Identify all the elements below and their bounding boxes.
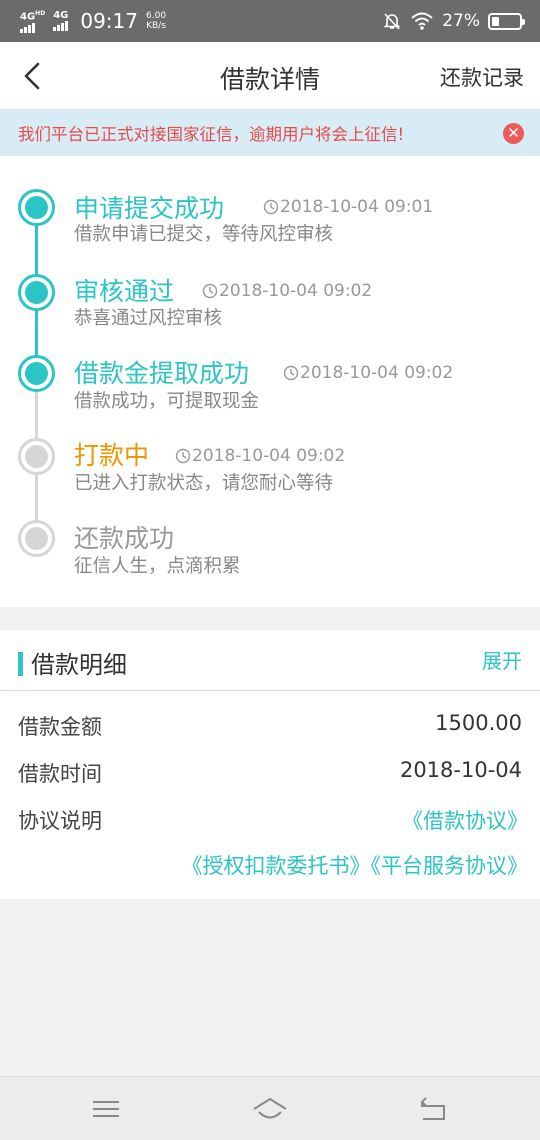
- signal-2-icon: 4G: [53, 11, 68, 31]
- timeline-node-pending: [18, 520, 55, 557]
- step-title: 打款中: [74, 441, 150, 470]
- timeline-node-done: [18, 274, 55, 311]
- amount-label: 借款金额: [18, 715, 102, 739]
- step-timestamp: 2018-10-04 09:02: [283, 363, 453, 383]
- signal-1-icon: 4GHD: [20, 9, 45, 33]
- back-arrow-icon[interactable]: [14, 56, 54, 96]
- notice-banner: 我们平台已正式对接国家征信，逾期用户将会上征信! ✕: [0, 110, 540, 156]
- loan-progress-timeline: 申请提交成功 2018-10-04 09:01 借款申请已提交，等待风控审核 审…: [0, 156, 540, 607]
- section-marker: [18, 652, 23, 676]
- repayment-records-link[interactable]: 还款记录: [440, 62, 524, 92]
- date-value: 2018-10-04: [399, 758, 522, 782]
- section-title: 借款明细: [31, 651, 127, 679]
- clock-time: 09:17: [80, 9, 138, 33]
- date-label: 借款时间: [18, 762, 102, 786]
- status-bar: 4GHD 4G 09:17 6.00 KB/s 27%: [0, 0, 540, 42]
- step-description: 恭喜通过风控审核: [74, 308, 223, 329]
- amount-value: 1500.00: [435, 711, 522, 735]
- step-timestamp: 2018-10-04 09:01: [263, 197, 433, 217]
- battery-icon: [488, 12, 525, 30]
- battery-percent: 27%: [442, 11, 480, 31]
- divider: [0, 690, 540, 691]
- mute-bell-icon: [383, 13, 401, 30]
- step-timestamp: 2018-10-04 09:02: [202, 281, 372, 301]
- status-right: 27%: [382, 11, 525, 31]
- close-icon[interactable]: ✕: [503, 123, 524, 144]
- clock-icon: [202, 283, 218, 299]
- step-title: 借款金提取成功: [74, 359, 250, 388]
- step-title: 还款成功: [74, 524, 175, 553]
- system-nav-bar: [0, 1076, 540, 1140]
- authorization-link[interactable]: 《授权扣款委托书》: [182, 854, 371, 878]
- network-speed: 6.00 KB/s: [146, 11, 167, 31]
- back-icon[interactable]: [414, 1093, 454, 1125]
- service-agreement-link[interactable]: 《平台服务协议》: [371, 854, 529, 878]
- clock-icon: [283, 365, 299, 381]
- timeline-node-done: [18, 189, 55, 226]
- step-description: 借款成功，可提取现金: [74, 391, 260, 412]
- home-icon[interactable]: [250, 1093, 290, 1125]
- app-header: 借款详情 还款记录: [0, 42, 540, 110]
- step-title: 审核通过: [74, 277, 175, 306]
- notice-text: 我们平台已正式对接国家征信，逾期用户将会上征信!: [18, 125, 405, 144]
- clock-icon: [175, 448, 191, 464]
- timeline-node-done: [18, 355, 55, 392]
- expand-button[interactable]: 展开: [482, 645, 522, 674]
- step-description: 征信人生，点滴积累: [74, 556, 241, 577]
- agreement-label: 协议说明: [18, 809, 102, 833]
- step-timestamp: 2018-10-04 09:02: [175, 446, 345, 466]
- step-description: 借款申请已提交，等待风控审核: [74, 224, 334, 245]
- clock-icon: [263, 199, 279, 215]
- loan-details-section: 借款明细 展开 借款金额 1500.00 借款时间 2018-10-04 协议说…: [0, 630, 540, 899]
- step-description: 已进入打款状态，请您耐心等待: [74, 473, 334, 494]
- agreement-links-row: 《授权扣款委托书》《平台服务协议》: [182, 850, 529, 880]
- menu-icon[interactable]: [86, 1093, 126, 1125]
- wifi-icon: [411, 12, 433, 30]
- status-left: 4GHD 4G 09:17 6.00 KB/s: [20, 9, 166, 33]
- timeline-node-pending: [18, 438, 55, 475]
- loan-agreement-link[interactable]: 《借款协议》: [402, 805, 528, 835]
